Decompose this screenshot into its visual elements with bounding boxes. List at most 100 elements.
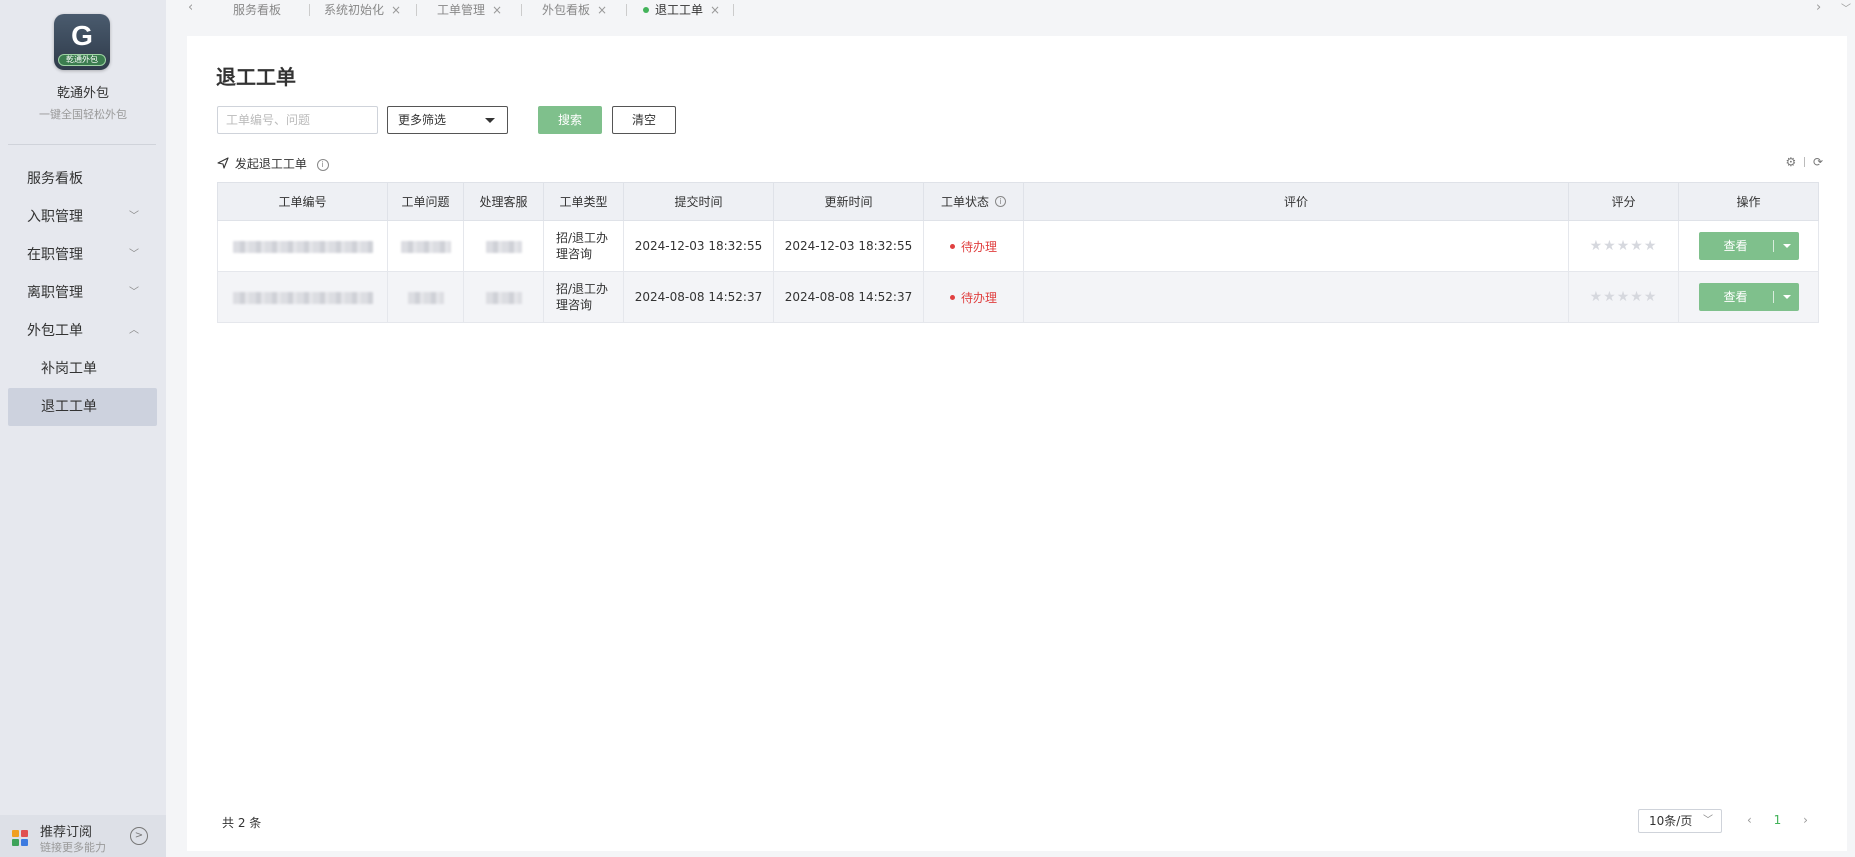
view-button[interactable]: 查看 [1698, 232, 1799, 260]
cell-agent [463, 220, 544, 272]
info-icon[interactable]: i [316, 158, 329, 171]
cell-type: 招/退工办理咨询 [543, 220, 624, 272]
sidebar-item-backfill-orders[interactable]: 补岗工单 [8, 350, 157, 388]
redacted-order-id [232, 291, 373, 304]
status-badge: 待办理 [949, 240, 997, 254]
sidebar: G 乾通外包 乾通外包 一键全国轻松外包 服务看板 入职管理 ﹀ 在职管理 ﹀ 离职… [0, 0, 166, 857]
sidebar-item-label: 外包工单 [27, 323, 83, 339]
view-label: 查看 [1723, 290, 1748, 304]
sidebar-item-resignation-orders[interactable]: 退工工单 [8, 388, 157, 426]
next-page-icon[interactable]: › [1803, 813, 1808, 827]
more-filter-select[interactable]: 更多筛选 [387, 106, 508, 134]
sidebar-item-label: 入职管理 [27, 209, 83, 225]
tab-outsourcing-board[interactable]: 外包看板 × [542, 1, 607, 19]
col-submitted: 提交时间 [623, 182, 774, 221]
cell-order-id [217, 220, 388, 272]
tab-next-icon[interactable]: › [1816, 0, 1821, 15]
redacted-agent [485, 240, 522, 253]
button-divider [1772, 240, 1774, 252]
cell-status: 待办理 [923, 271, 1024, 323]
cell-actions: 查看 [1678, 220, 1819, 272]
col-rating: 评分 [1568, 182, 1679, 221]
refresh-icon[interactable]: ⟳ [1813, 155, 1823, 169]
info-icon[interactable]: i [995, 196, 1006, 207]
cell-evaluation [1023, 271, 1569, 323]
star-rating-icon: ★★★★★ [1589, 289, 1658, 305]
subscription-title: 推荐订阅 [40, 825, 93, 840]
apps-grid-icon [12, 830, 28, 846]
sidebar-item-service-board[interactable]: 服务看板 [8, 160, 157, 198]
launch-label: 发起退工工单 [234, 157, 307, 171]
close-icon[interactable]: × [492, 3, 502, 17]
tab-service-board[interactable]: 服务看板 [233, 1, 281, 19]
cell-evaluation [1023, 220, 1569, 272]
brand-slogan: 一键全国轻松外包 [39, 108, 127, 121]
sidebar-item-label: 服务看板 [27, 171, 83, 187]
prev-page-icon[interactable]: ‹ [1747, 813, 1752, 827]
caret-down-icon[interactable] [1782, 244, 1791, 248]
view-button[interactable]: 查看 [1698, 283, 1799, 311]
tab-separator [733, 4, 734, 16]
star-rating-icon: ★★★★★ [1589, 238, 1658, 254]
active-dot-icon [643, 6, 649, 13]
settings-icon[interactable]: ⚙ [1786, 155, 1797, 169]
search-input[interactable] [217, 106, 378, 134]
launch-resignation-order[interactable]: 发起退工工单 i [217, 156, 329, 172]
cell-type: 招/退工办理咨询 [543, 271, 624, 323]
sidebar-item-label: 补岗工单 [41, 361, 97, 377]
tab-system-init[interactable]: 系统初始化 × [324, 1, 401, 19]
total-count: 共 2 条 [222, 816, 262, 830]
clear-button[interactable]: 清空 [612, 106, 676, 134]
cell-updated: 2024-08-08 14:52:37 [773, 271, 924, 323]
redacted-issue [400, 240, 451, 253]
col-order-id: 工单编号 [217, 182, 388, 221]
status-dot-icon [949, 294, 955, 300]
brand-logo: G 乾通外包 [54, 14, 110, 70]
table-tools: ⚙ ⟳ [1786, 154, 1823, 170]
close-icon[interactable]: × [391, 3, 401, 17]
redacted-order-id [232, 240, 373, 253]
sidebar-item-label: 离职管理 [27, 285, 83, 301]
tab-separator [416, 4, 417, 16]
tab-prev-icon[interactable]: ‹ [188, 0, 193, 15]
chevron-down-icon: ﹀ [1703, 815, 1713, 826]
search-button[interactable]: 搜索 [538, 106, 602, 134]
orders-table: 工单编号 工单问题 处理客服 工单类型 提交时间 更新时间 工单状态 i 评价 评… [217, 182, 1819, 323]
status-label: 待办理 [960, 290, 997, 305]
cell-rating: ★★★★★ [1568, 220, 1679, 272]
tab-label: 退工工单 [655, 3, 704, 17]
sidebar-item-outsourcing-orders[interactable]: 外包工单 ︿ [8, 312, 157, 350]
logo-letter: G [71, 20, 93, 51]
page-number[interactable]: 1 [1774, 813, 1782, 827]
tab-order-management[interactable]: 工单管理 × [437, 1, 502, 19]
caret-down-icon[interactable] [1782, 295, 1791, 299]
table-header-row: 工单编号 工单问题 处理客服 工单类型 提交时间 更新时间 工单状态 i 评价 评… [217, 182, 1819, 221]
col-status-label: 工单状态 [940, 195, 989, 209]
table-row: 招/退工办理咨询 2024-12-03 18:32:55 2024-12-03 … [217, 220, 1819, 272]
cell-submitted: 2024-08-08 14:52:37 [623, 271, 774, 323]
page-size-select[interactable]: 10条/页 ﹀ [1638, 809, 1722, 833]
cell-rating: ★★★★★ [1568, 271, 1679, 323]
subscription-panel[interactable]: 推荐订阅 链接更多能力 > [0, 815, 166, 857]
tab-separator [626, 4, 627, 16]
cell-issue [387, 271, 464, 323]
send-icon [217, 156, 231, 173]
arrow-right-icon[interactable]: > [130, 827, 148, 845]
sidebar-item-offboarding[interactable]: 离职管理 ﹀ [8, 274, 157, 312]
tab-more-icon[interactable]: ﹀ [1841, 0, 1851, 15]
tools-separator [1804, 156, 1806, 167]
close-icon[interactable]: × [710, 3, 720, 17]
sidebar-item-onboarding[interactable]: 入职管理 ﹀ [8, 198, 157, 236]
tab-resignation-orders[interactable]: 退工工单 × [643, 1, 720, 19]
status-dot-icon [949, 243, 955, 249]
cell-submitted: 2024-12-03 18:32:55 [623, 220, 774, 272]
chevron-down-icon: ﹀ [129, 287, 139, 298]
close-icon[interactable]: × [597, 3, 607, 17]
cell-agent [463, 271, 544, 323]
chevron-down-icon: ﹀ [129, 249, 139, 260]
col-status: 工单状态 i [923, 182, 1024, 221]
page-title: 退工工单 [216, 65, 296, 89]
sidebar-item-employed[interactable]: 在职管理 ﹀ [8, 236, 157, 274]
view-label: 查看 [1723, 239, 1748, 253]
tab-label: 工单管理 [437, 3, 486, 17]
